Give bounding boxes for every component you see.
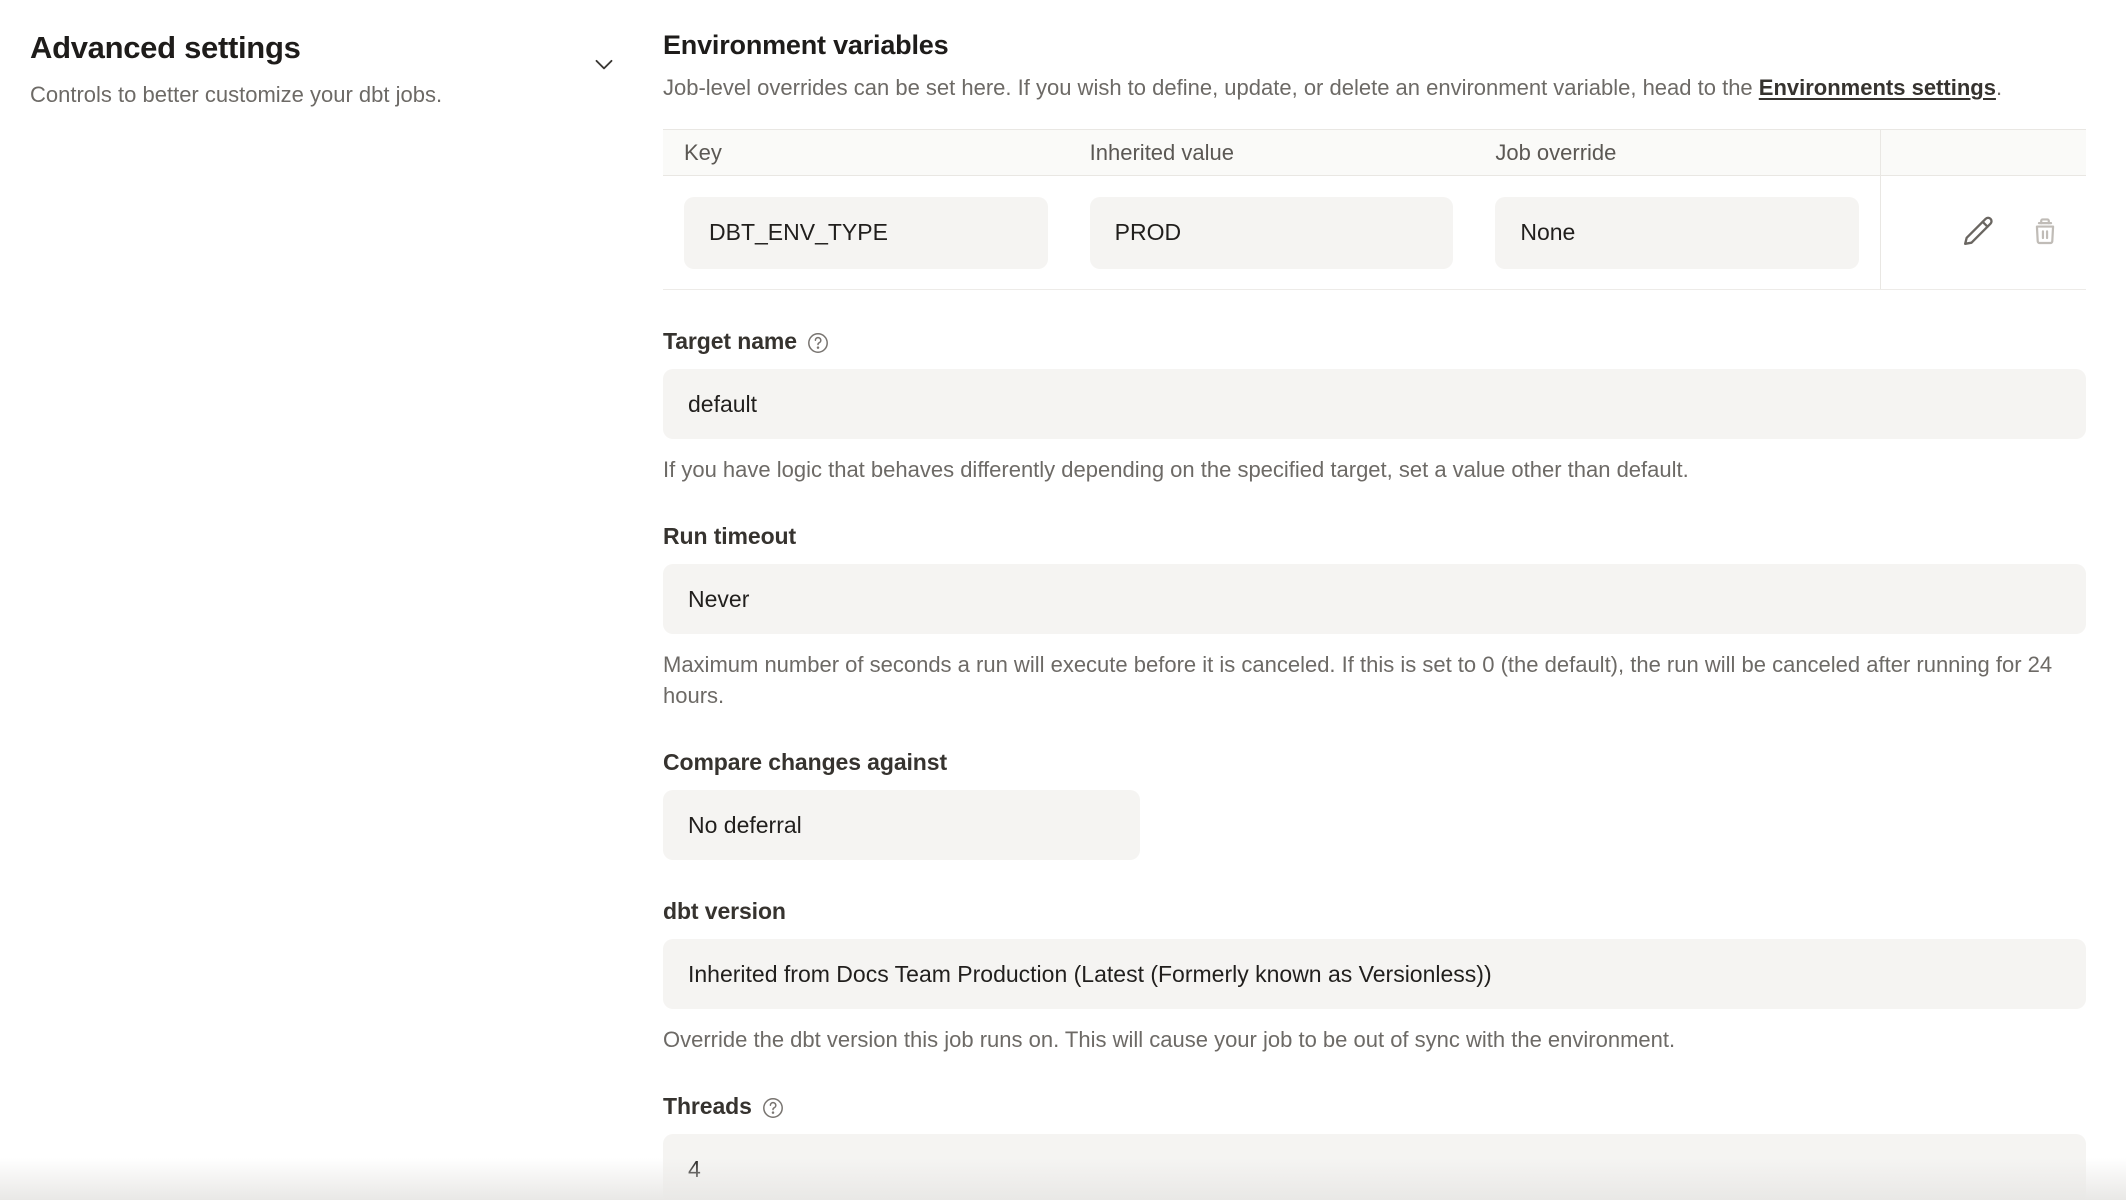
column-header-key: Key: [663, 140, 1069, 166]
compare-changes-input[interactable]: No deferral: [663, 790, 1140, 860]
page-title: Advanced settings: [30, 30, 633, 66]
environments-settings-link[interactable]: Environments settings: [1759, 75, 1996, 100]
field-run-timeout: Run timeout Never Maximum number of seco…: [663, 523, 2086, 711]
pencil-icon: [1958, 211, 1998, 254]
trash-icon: [2026, 212, 2064, 253]
env-vars-description-text: Job-level overrides can be set here. If …: [663, 75, 1759, 100]
env-vars-table: Key Inherited value Job override DBT_ENV…: [663, 129, 2086, 290]
column-header-actions: [1880, 130, 2086, 175]
field-dbt-version: dbt version Inherited from Docs Team Pro…: [663, 898, 2086, 1055]
help-circle-icon[interactable]: [761, 1096, 785, 1120]
table-row: DBT_ENV_TYPE PROD None: [663, 176, 2086, 290]
target-name-label: Target name: [663, 328, 797, 355]
env-var-key-value: DBT_ENV_TYPE: [684, 197, 1048, 269]
env-vars-description-period: .: [1996, 75, 2002, 100]
env-vars-title: Environment variables: [663, 30, 2086, 61]
dbt-version-label: dbt version: [663, 898, 786, 925]
env-var-inherited-cell: PROD: [1069, 197, 1475, 269]
chevron-down-icon: [589, 49, 619, 82]
env-var-inherited-value: PROD: [1090, 197, 1454, 269]
field-threads: Threads 4 The maximum number of paths th…: [663, 1093, 2086, 1200]
env-var-override-cell: None: [1474, 197, 1880, 269]
advanced-settings-content: Environment variables Job-level override…: [663, 0, 2126, 1200]
threads-input[interactable]: 4: [663, 1134, 2086, 1200]
env-var-key-cell: DBT_ENV_TYPE: [663, 197, 1069, 269]
dbt-version-help: Override the dbt version this job runs o…: [663, 1024, 2086, 1055]
delete-env-var-button[interactable]: [2026, 212, 2064, 253]
threads-label: Threads: [663, 1093, 752, 1120]
run-timeout-label: Run timeout: [663, 523, 796, 550]
column-header-inherited-value: Inherited value: [1069, 140, 1475, 166]
env-vars-description: Job-level overrides can be set here. If …: [663, 73, 2086, 103]
run-timeout-help: Maximum number of seconds a run will exe…: [663, 649, 2086, 711]
target-name-help: If you have logic that behaves different…: [663, 454, 2086, 485]
field-target-name: Target name default If you have logic th…: [663, 328, 2086, 485]
env-vars-table-header: Key Inherited value Job override: [663, 130, 2086, 176]
env-var-override-value: None: [1495, 197, 1859, 269]
help-circle-icon[interactable]: [806, 331, 830, 355]
run-timeout-input[interactable]: Never: [663, 564, 2086, 634]
section-intro-panel: Advanced settings Controls to better cus…: [0, 0, 663, 1200]
field-compare-changes: Compare changes against No deferral: [663, 749, 2086, 860]
dbt-version-input[interactable]: Inherited from Docs Team Production (Lat…: [663, 939, 2086, 1009]
target-name-input[interactable]: default: [663, 369, 2086, 439]
collapse-section-button[interactable]: [587, 48, 621, 82]
page-subtitle: Controls to better customize your dbt jo…: [30, 82, 633, 108]
column-header-job-override: Job override: [1474, 140, 1880, 166]
edit-env-var-button[interactable]: [1958, 211, 1998, 254]
compare-changes-label: Compare changes against: [663, 749, 947, 776]
advanced-settings-page: Advanced settings Controls to better cus…: [0, 0, 2126, 1200]
env-var-actions-cell: [1880, 176, 2086, 289]
